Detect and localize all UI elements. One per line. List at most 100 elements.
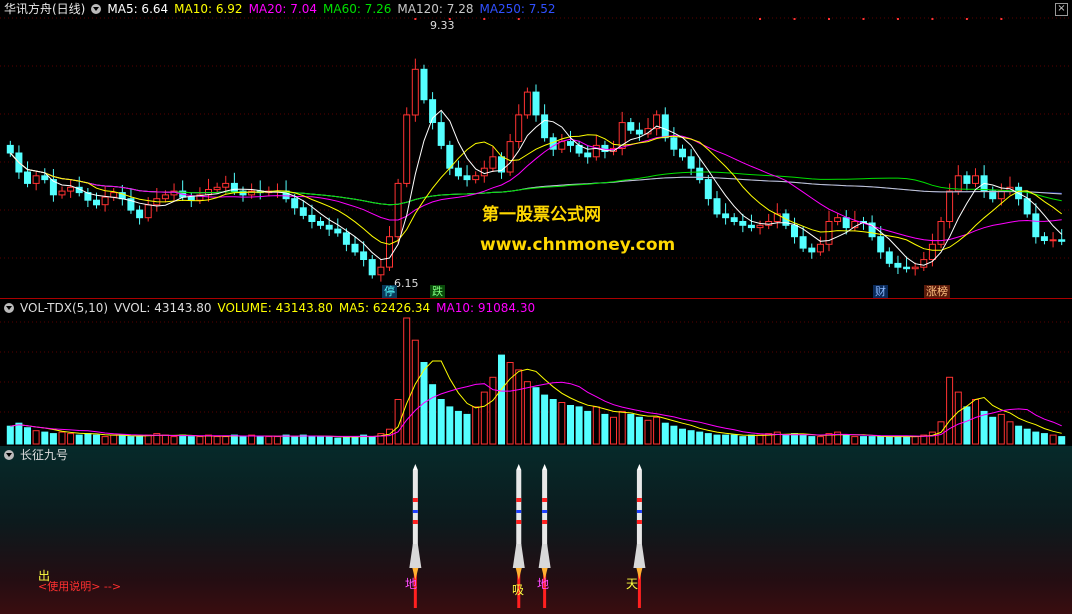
watermark-title: 第一股票公式网 [482, 205, 601, 225]
vol-ma10-readout: MA10: 91084.30 [436, 301, 536, 315]
limit-marker [414, 18, 417, 20]
rocket-booster [633, 544, 646, 568]
candle-body [1040, 236, 1048, 241]
volume-bar [472, 406, 480, 445]
volume-bar [454, 410, 462, 445]
candle-body [446, 144, 454, 169]
volume-bar [687, 430, 695, 445]
limit-marker [965, 18, 968, 20]
candle-body [920, 259, 928, 268]
price-panel[interactable]: 华讯方舟(日线) MA5: 6.64 MA10: 6.92 MA20: 7.04 MA6… [0, 0, 1072, 298]
limit-marker [828, 18, 831, 20]
volume-bar [713, 434, 721, 445]
candle-body [834, 217, 842, 222]
suspend-tag[interactable]: 停 [382, 285, 397, 298]
volume-bar [997, 413, 1005, 445]
volume-bar [1032, 431, 1040, 445]
candle-body [144, 204, 152, 219]
volume-bar [584, 410, 592, 445]
volume-bar [6, 425, 14, 445]
candle-body [351, 243, 359, 253]
signal-label-2: 吸 [511, 583, 524, 597]
dropdown-circle-icon[interactable] [4, 303, 14, 313]
candle-body [334, 228, 342, 234]
candle-body [472, 175, 480, 181]
candle-body [377, 266, 385, 276]
volume-readout: VOLUME: 43143.80 [217, 301, 333, 315]
volume-bar [851, 436, 859, 445]
limit-marker [896, 18, 899, 20]
candle-body [437, 122, 445, 146]
volume-bar [325, 436, 333, 445]
candle-body [1023, 198, 1031, 215]
candle-body [1049, 239, 1057, 242]
rocket-stripe [516, 520, 522, 524]
candle-body [299, 207, 307, 216]
volume-bar [480, 391, 488, 445]
candle-body [877, 236, 885, 253]
ma250-readout: MA250: 7.52 [479, 2, 556, 16]
close-icon[interactable]: × [1055, 3, 1068, 16]
volume-bar [928, 431, 936, 445]
volume-bar [567, 405, 574, 445]
volume-bar [429, 384, 437, 445]
volume-bar [946, 376, 954, 445]
candle-body [342, 232, 350, 245]
volume-bar [498, 354, 505, 445]
fall-tag[interactable]: 跌 [430, 285, 445, 298]
limit-marker [517, 18, 520, 20]
volume-bar [661, 422, 669, 445]
volume-bar [187, 436, 195, 445]
finance-tag[interactable]: 财 [873, 285, 888, 298]
candle-body [799, 236, 807, 249]
limit-marker [862, 18, 865, 20]
usage-link[interactable]: <使用说明> --> [38, 578, 121, 594]
volume-chart[interactable] [0, 298, 1072, 446]
volume-bar [1058, 436, 1066, 445]
volume-bar [222, 436, 230, 445]
rocket-stripe [412, 520, 418, 524]
ma10-readout: MA10: 6.92 [174, 2, 243, 16]
volume-bar [368, 436, 376, 445]
volume-bar [446, 406, 454, 445]
rank-tag[interactable]: 涨榜 [924, 285, 950, 298]
candle-body [713, 198, 721, 215]
candle-body [222, 182, 230, 188]
rocket-flame [515, 568, 522, 580]
candle-body [842, 217, 850, 229]
vvol-readout: VVOL: 43143.80 [114, 301, 212, 315]
volume-bar [1023, 428, 1031, 445]
rocket-booster [538, 544, 551, 568]
indicator-panel[interactable]: 长征九号 地 吸 地 天 出 <使用说明> --> [0, 446, 1072, 614]
volume-bar [894, 436, 902, 445]
volume-panel[interactable]: VOL-TDX(5,10) VVOL: 43143.80 VOLUME: 43143… [0, 298, 1072, 446]
rocket-stripe [636, 498, 642, 502]
volume-bar [291, 436, 299, 445]
volume-bar [1015, 425, 1023, 445]
volume-bar [58, 431, 66, 445]
volume-bar [256, 436, 264, 445]
volume-bar [739, 436, 747, 445]
candle-body [523, 91, 531, 116]
candle-body [187, 196, 195, 201]
rocket-nose [412, 464, 418, 470]
volume-bar [670, 425, 678, 445]
candle-body [730, 217, 738, 222]
volume-bar [816, 436, 824, 445]
volume-header: VOL-TDX(5,10) VVOL: 43143.80 VOLUME: 43143… [4, 301, 541, 315]
high-price-label: 9.33 [430, 19, 455, 32]
candle-body [816, 243, 824, 253]
candle-body [670, 137, 678, 150]
candle-body [368, 259, 376, 276]
volume-bar [15, 422, 23, 445]
candle-body [679, 148, 686, 158]
dropdown-circle-icon[interactable] [91, 4, 102, 14]
volume-bar [489, 376, 497, 445]
volume-bar [523, 381, 531, 445]
candle-body [498, 156, 505, 173]
ma5-readout: MA5: 6.64 [107, 2, 169, 16]
candle-body [584, 152, 592, 158]
ma20-readout: MA20: 7.04 [248, 2, 317, 16]
rocket-stripe [412, 510, 418, 513]
dropdown-circle-icon[interactable] [4, 450, 14, 460]
